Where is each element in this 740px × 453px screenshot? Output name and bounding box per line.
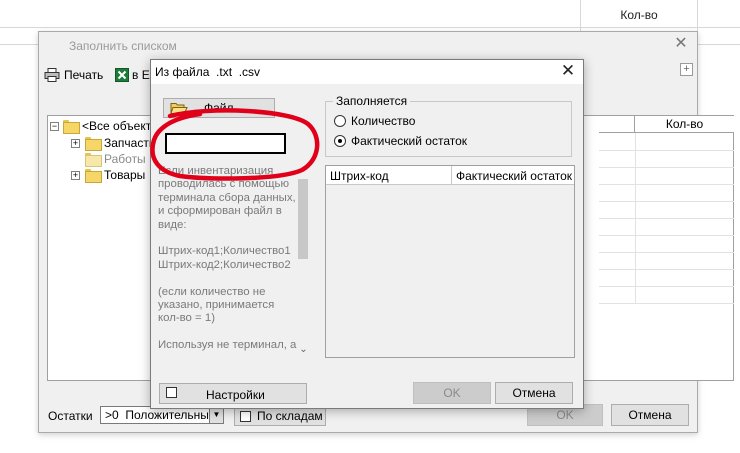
description-text: Если инвентаризация проводилась с помощь… [158,165,297,352]
checkbox-icon[interactable] [166,387,177,398]
chevron-down-icon[interactable]: ⌄ [298,343,309,357]
settings-label: Настройки [206,388,265,402]
background-row-line [0,27,740,28]
radio-actual-stock-label: Фактический остаток [351,134,468,148]
dialog-title: Заполнить списком [69,39,177,53]
folder-icon [85,169,102,183]
printer-icon [44,68,60,82]
po-skladam-checkbox[interactable]: По складам [234,406,326,426]
settings-button[interactable]: Настройки [159,383,307,404]
cancel-button[interactable]: Отмена [495,382,573,404]
excel-icon [115,68,129,82]
radio-icon[interactable] [334,115,346,127]
file-button-label: Файл... [204,101,244,115]
expand-icon[interactable]: + [71,138,80,148]
folder-icon [63,120,80,134]
file-button[interactable]: Файл... [163,98,275,118]
po-skladam-label: По складам [257,409,323,423]
barcode-table[interactable]: Штрих-код Фактический остаток [325,165,575,358]
description-scrollbar[interactable]: ⌄ [298,165,309,359]
folder-icon [85,153,102,167]
expand-icon[interactable]: + [680,63,693,76]
radio-quantity[interactable]: Количество [334,114,415,128]
radio-quantity-label: Количество [351,114,416,128]
file-path-field[interactable] [165,133,286,154]
folder-icon [85,137,102,151]
grid-header-qty: Кол-во [665,117,704,131]
open-folder-icon [170,103,188,114]
collapse-icon[interactable]: − [50,121,59,131]
tree-item[interactable]: Работы [85,151,146,167]
expand-icon[interactable]: + [71,170,80,180]
ostatki-label: Остатки [48,409,93,423]
table-header-barcode: Штрих-код [330,169,389,183]
from-file-dialog: Из файла .txt .csv ✕ Файл... Если инвент… [150,59,584,409]
grid-header: Кол-во [599,116,734,133]
checkbox-icon[interactable] [240,410,251,422]
items-grid[interactable]: Кол-во [599,115,734,381]
tree-item[interactable]: + Запчасти [71,135,156,151]
tree-item-label: Запчасти [104,136,156,150]
chevron-down-icon[interactable]: ▼ [209,407,223,423]
cancel-button[interactable]: Отмена [611,404,689,426]
fills-group-label: Заполняется [333,94,411,108]
background-column-header: Кол-во [620,8,658,22]
print-button[interactable]: Печать [44,66,103,84]
tree-item-label: Товары [104,168,146,182]
table-header-actual-stock: Фактический остаток [456,169,573,183]
radio-actual-stock[interactable]: Фактический остаток [334,134,467,148]
tree-item[interactable]: + Товары [71,167,145,183]
table-header: Штрих-код Фактический остаток [326,166,574,185]
radio-selected-icon[interactable] [334,135,346,147]
scrollbar-thumb[interactable] [298,179,308,259]
ostatki-value: >0 Положительные [105,408,216,422]
close-icon[interactable]: ✕ [672,35,690,53]
tree-item-label: Работы [104,152,146,166]
description-box: Если инвентаризация проводилась с помощь… [157,165,309,359]
print-label: Печать [64,68,104,82]
fills-group: Количество Фактический остаток [325,101,572,157]
close-icon[interactable]: ✕ [559,62,577,80]
dialog-title: Из файла .txt .csv [155,65,261,79]
ok-button[interactable]: OK [413,382,491,404]
